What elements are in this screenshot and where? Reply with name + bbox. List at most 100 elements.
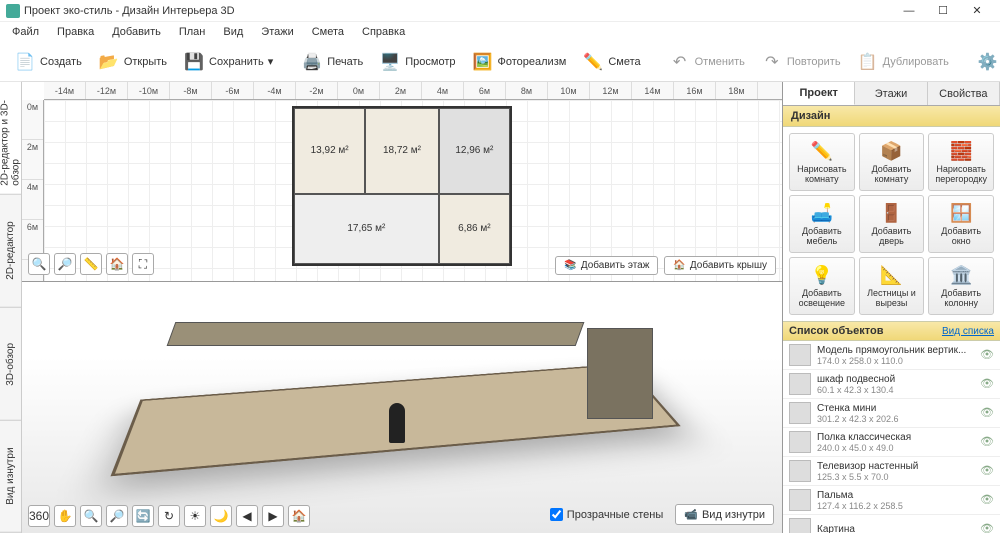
2d-editor-pane[interactable]: -14м-12м-10м-8м-6м-4м-2м0м2м4м6м8м10м12м…	[22, 82, 782, 282]
visibility-icon[interactable]: 👁	[980, 464, 994, 478]
folder-icon: 📂	[98, 51, 120, 73]
floorplan[interactable]: 13,92 м² 18,72 м² 12,96 м² 17,65 м² 6,86…	[292, 106, 512, 266]
workspace: -14м-12м-10м-8м-6м-4м-2м0м2м4м6м8м10м12м…	[22, 82, 782, 533]
image-icon: 🖼️	[472, 51, 494, 73]
tool-card-4[interactable]: 🚪Добавить дверь	[859, 195, 925, 253]
rotate-button[interactable]: 🔄	[132, 505, 154, 527]
room-2[interactable]: 18,72 м²	[365, 108, 438, 194]
tool-card-5[interactable]: 🪟Добавить окно	[928, 195, 994, 253]
home-button[interactable]: 🏠	[106, 253, 128, 275]
titlebar: Проект эко-стиль - Дизайн Интерьера 3D —…	[0, 0, 1000, 22]
vtab-2d-3d[interactable]: 2D-редактор и 3D-обзор	[0, 82, 21, 195]
fit-button[interactable]: ⛶	[132, 253, 154, 275]
print-button[interactable]: 🖨️Печать	[295, 47, 369, 77]
add-roof-button[interactable]: 🏠Добавить крышу	[664, 256, 776, 275]
back-button[interactable]: ◀	[236, 505, 258, 527]
estimate-button[interactable]: ✏️Смета	[576, 47, 646, 77]
vtab-inside[interactable]: Вид изнутри	[0, 420, 21, 533]
object-list[interactable]: Модель прямоугольник вертик...174.0 x 25…	[783, 341, 1000, 533]
tool-card-1[interactable]: 📦Добавить комнату	[859, 133, 925, 191]
room-1[interactable]: 13,92 м²	[294, 108, 365, 194]
maximize-button[interactable]: ☐	[926, 1, 960, 21]
tool-icon: 📦	[880, 141, 902, 162]
forward-button[interactable]: ▶	[262, 505, 284, 527]
add-floor-button[interactable]: 📚Добавить этаж	[555, 256, 658, 275]
tab-properties[interactable]: Свойства	[928, 82, 1000, 105]
visibility-icon[interactable]: 👁	[980, 348, 994, 362]
object-row[interactable]: Телевизор настенный125.3 x 5.5 x 70.0👁	[783, 457, 1000, 486]
refresh-button[interactable]: ↻	[158, 505, 180, 527]
object-row[interactable]: Картина👁	[783, 515, 1000, 533]
object-dimensions: 125.3 x 5.5 x 70.0	[817, 472, 974, 482]
home-3d-button[interactable]: 🏠	[288, 505, 310, 527]
tool-card-2[interactable]: 🧱Нарисовать перегородку	[928, 133, 994, 191]
visibility-icon[interactable]: 👁	[980, 522, 994, 533]
tool-card-7[interactable]: 📐Лестницы и вырезы	[859, 257, 925, 315]
visibility-icon[interactable]: 👁	[980, 435, 994, 449]
vertical-tabs: 2D-редактор и 3D-обзор 2D-редактор 3D-об…	[0, 82, 22, 533]
room-3[interactable]: 12,96 м²	[439, 108, 510, 194]
object-name: Пальма	[817, 490, 974, 501]
undo-button[interactable]: ↶Отменить	[663, 47, 751, 77]
open-button[interactable]: 📂Открыть	[92, 47, 173, 77]
zoom-in-3d-button[interactable]: 🔎	[106, 505, 128, 527]
tab-floors[interactable]: Этажи	[855, 82, 927, 105]
ruler-button[interactable]: 📏	[80, 253, 102, 275]
redo-button[interactable]: ↷Повторить	[755, 47, 847, 77]
light-button[interactable]: ☀	[184, 505, 206, 527]
3d-view-pane[interactable]: 360 ✋ 🔍 🔎 🔄 ↻ ☀ 🌙 ◀ ▶ 🏠 Прозрачные стены…	[22, 282, 782, 533]
room-4[interactable]: 17,65 м²	[294, 194, 439, 264]
pan-button[interactable]: ✋	[54, 505, 76, 527]
menu-file[interactable]: Файл	[4, 24, 47, 40]
object-thumbnail	[789, 402, 811, 424]
tool-card-6[interactable]: 💡Добавить освещение	[789, 257, 855, 315]
preview-button[interactable]: 🖥️Просмотр	[373, 47, 461, 77]
menu-floors[interactable]: Этажи	[253, 24, 301, 40]
photoreal-button[interactable]: 🖼️Фотореализм	[466, 47, 573, 77]
3d-person	[389, 403, 405, 443]
3d-options: Прозрачные стены 📹Вид изнутри	[550, 504, 774, 525]
dark-button[interactable]: 🌙	[210, 505, 232, 527]
objects-view-mode-link[interactable]: Вид списка	[942, 326, 994, 337]
zoom-in-button[interactable]: 🔎	[54, 253, 76, 275]
right-tabs: Проект Этажи Свойства	[783, 82, 1000, 106]
close-button[interactable]: ✕	[960, 1, 994, 21]
visibility-icon[interactable]: 👁	[980, 493, 994, 507]
menu-help[interactable]: Справка	[354, 24, 413, 40]
zoom-out-3d-button[interactable]: 🔍	[80, 505, 102, 527]
app-icon	[6, 4, 20, 18]
tool-card-3[interactable]: 🛋️Добавить мебель	[789, 195, 855, 253]
3d-render[interactable]	[72, 292, 732, 493]
view-inside-button[interactable]: 📹Вид изнутри	[675, 504, 774, 525]
object-row[interactable]: шкаф подвесной60.1 x 42.3 x 130.4👁	[783, 370, 1000, 399]
minimize-button[interactable]: —	[892, 1, 926, 21]
transparent-walls-checkbox[interactable]: Прозрачные стены	[550, 508, 663, 521]
menu-add[interactable]: Добавить	[104, 24, 169, 40]
room-5[interactable]: 6,86 м²	[439, 194, 510, 264]
vtab-3d[interactable]: 3D-обзор	[0, 308, 21, 421]
visibility-icon[interactable]: 👁	[980, 406, 994, 420]
settings-button[interactable]: ⚙️	[971, 47, 1000, 77]
orbit-button[interactable]: 360	[28, 505, 50, 527]
object-row[interactable]: Стенка мини301.2 x 42.3 x 202.6👁	[783, 399, 1000, 428]
object-row[interactable]: Полка классическая240.0 x 45.0 x 49.0👁	[783, 428, 1000, 457]
save-button[interactable]: 💾Сохранить▾	[177, 47, 279, 77]
tool-label: Лестницы и вырезы	[862, 288, 922, 308]
tool-card-8[interactable]: 🏛️Добавить колонну	[928, 257, 994, 315]
menu-view[interactable]: Вид	[215, 24, 251, 40]
object-thumbnail	[789, 344, 811, 366]
tool-card-0[interactable]: ✏️Нарисовать комнату	[789, 133, 855, 191]
tab-project[interactable]: Проект	[783, 82, 855, 105]
menu-edit[interactable]: Правка	[49, 24, 102, 40]
tool-icon: ✏️	[811, 141, 833, 162]
window-title: Проект эко-стиль - Дизайн Интерьера 3D	[24, 5, 235, 17]
object-row[interactable]: Модель прямоугольник вертик...174.0 x 25…	[783, 341, 1000, 370]
menu-plan[interactable]: План	[171, 24, 214, 40]
duplicate-button[interactable]: 📋Дублировать	[851, 47, 955, 77]
visibility-icon[interactable]: 👁	[980, 377, 994, 391]
vtab-2d[interactable]: 2D-редактор	[0, 195, 21, 308]
menu-estimate[interactable]: Смета	[304, 24, 352, 40]
create-button[interactable]: 📄Создать	[8, 47, 88, 77]
zoom-out-button[interactable]: 🔍	[28, 253, 50, 275]
object-row[interactable]: Пальма127.4 x 116.2 x 258.5👁	[783, 486, 1000, 515]
